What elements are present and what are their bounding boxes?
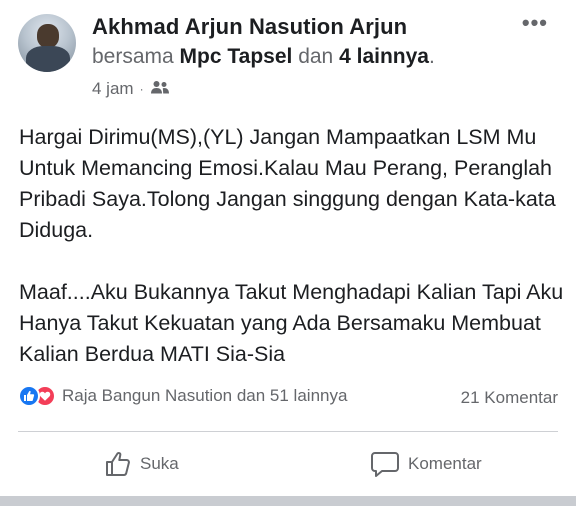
comment-button[interactable]: Komentar: [370, 450, 482, 478]
avatar-head: [37, 24, 59, 48]
with-prefix: bersama: [92, 45, 174, 68]
post-meta: 4 jam ·: [92, 79, 170, 99]
reactions-summary[interactable]: Raja Bangun Nasution dan 51 lainnya: [18, 385, 347, 407]
post-paragraph: Maaf....Aku Bukannya Takut Menghadapi Ka…: [19, 280, 564, 366]
more-options-button[interactable]: •••: [522, 10, 548, 36]
author-name[interactable]: Akhmad Arjun Nasution Arjun: [92, 14, 407, 40]
like-label: Suka: [140, 454, 179, 473]
avatar[interactable]: [18, 14, 76, 72]
comment-bubble-icon: [371, 452, 399, 477]
tagged-person-link[interactable]: Mpc Tapsel: [180, 45, 293, 68]
friends-icon[interactable]: [150, 79, 170, 99]
feed-separator: [0, 496, 576, 506]
feed-post: Akhmad Arjun Nasution Arjun bersama Mpc …: [0, 0, 576, 506]
post-body: Hargai Dirimu(MS),(YL) Jangan Mampaatkan…: [19, 122, 564, 370]
post-time[interactable]: 4 jam: [92, 79, 134, 99]
with-suffix: .: [428, 45, 435, 68]
meta-separator: ·: [139, 82, 144, 96]
with-and: dan: [298, 45, 334, 68]
avatar-body: [26, 46, 70, 72]
divider: [18, 431, 558, 432]
post-paragraph: Hargai Dirimu(MS),(YL) Jangan Mampaatkan…: [19, 125, 556, 242]
thumbs-up-icon: [106, 452, 130, 476]
tagged-others-link[interactable]: 4 lainnya: [339, 45, 429, 68]
comment-label: Komentar: [408, 454, 482, 473]
comments-count[interactable]: 21 Komentar: [461, 388, 558, 408]
tagged-line: bersama Mpc Tapsel dan 4 lainnya.: [92, 45, 435, 69]
reactions-text: Raja Bangun Nasution dan 51 lainnya: [62, 386, 348, 405]
like-icon: [18, 385, 40, 407]
like-button[interactable]: Suka: [104, 450, 179, 478]
